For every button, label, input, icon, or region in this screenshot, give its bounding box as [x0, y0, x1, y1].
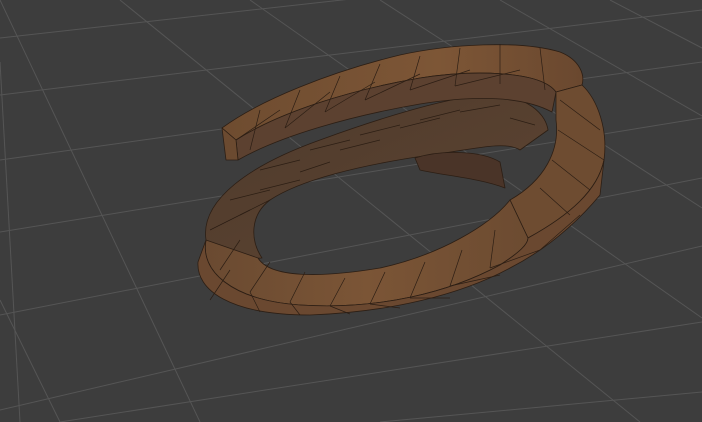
viewport-canvas[interactable] [0, 0, 702, 422]
ring-mesh[interactable] [197, 44, 606, 316]
3d-viewport[interactable] [0, 0, 702, 422]
floor-grid [0, 0, 702, 422]
ring-inner-notch [414, 152, 506, 189]
